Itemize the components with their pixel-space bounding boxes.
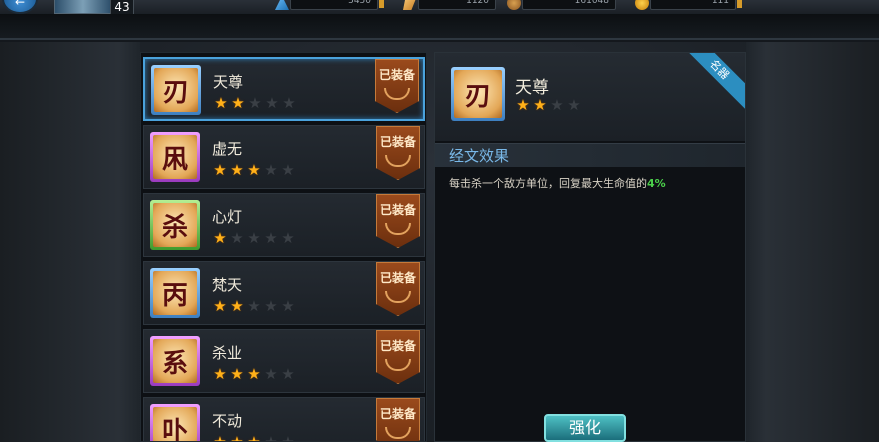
scripture-item[interactable]: 刃 天尊 ★ ★ ★ ★ ★ 已装备 — [143, 57, 425, 121]
scripture-item[interactable]: 杀 心灯 ★ ★ ★ ★ ★ 已装备 — [143, 193, 425, 257]
scripture-item[interactable]: 系 杀业 ★ ★ ★ ★ ★ 已装备 — [143, 329, 425, 393]
right-frame — [746, 42, 879, 442]
player-avatar[interactable] — [54, 0, 112, 14]
star-filled-icon: ★ — [247, 365, 261, 383]
detail-scripture-icon: 刃 — [451, 67, 505, 121]
scripture-name: 心灯 — [212, 208, 243, 226]
top-resource-bar: ← 43 5450 1120 161048 111 — [0, 0, 879, 15]
star-rating: ★ ★ ★ ★ ★ — [212, 366, 296, 382]
star-empty-icon: ★ — [247, 297, 261, 315]
star-empty-icon: ★ — [264, 365, 278, 383]
header-divider — [0, 14, 879, 40]
player-level: 43 — [110, 0, 134, 15]
scripture-item[interactable]: 丙 梵天 ★ ★ ★ ★ ★ 已装备 — [143, 261, 425, 325]
star-empty-icon: ★ — [281, 161, 295, 179]
star-empty-icon: ★ — [282, 94, 296, 112]
star-empty-icon: ★ — [248, 94, 262, 112]
star-empty-icon: ★ — [264, 229, 278, 247]
scripture-item[interactable]: 卟 不动 ★ ★ ★ ★ ★ 已装备 — [143, 397, 425, 442]
equipped-badge: 已装备 — [375, 59, 419, 113]
star-empty-icon: ★ — [264, 433, 278, 442]
add-stamina-button[interactable] — [379, 0, 384, 8]
coin-icon — [507, 0, 521, 10]
scripture-list[interactable]: 刃 天尊 ★ ★ ★ ★ ★ 已装备 凩 虚无 ★ ★ ★ ★ ★ 已装备 杀 心灯 ★ ★ ★ ★ ★… — [140, 52, 427, 442]
vigor-value: 1120 — [466, 0, 489, 6]
detail-star-rating: ★ ★ ★ ★ — [515, 97, 582, 113]
coin-resource: 161048 — [507, 0, 616, 10]
upgrade-button[interactable]: 强化 — [544, 414, 626, 442]
back-button[interactable]: ← — [2, 0, 38, 14]
star-filled-icon: ★ — [533, 96, 547, 114]
star-empty-icon: ★ — [247, 229, 261, 247]
vigor-resource: 1120 — [403, 0, 496, 10]
detail-header: 刃 天尊 ★ ★ ★ ★ 名器 — [435, 53, 745, 141]
star-filled-icon: ★ — [213, 161, 227, 179]
star-empty-icon: ★ — [264, 161, 278, 179]
star-filled-icon: ★ — [516, 96, 530, 114]
star-filled-icon: ★ — [230, 161, 244, 179]
star-empty-icon: ★ — [281, 365, 295, 383]
star-empty-icon: ★ — [264, 297, 278, 315]
scripture-name: 天尊 — [213, 73, 244, 91]
scripture-icon: 凩 — [150, 132, 200, 182]
star-rating: ★ ★ ★ ★ ★ — [212, 298, 296, 314]
gold-value: 111 — [711, 0, 729, 6]
effect-description: 每击杀一个敌方单位，回复最大生命值的4% — [449, 177, 666, 190]
star-filled-icon: ★ — [230, 365, 244, 383]
star-filled-icon: ★ — [230, 433, 244, 442]
star-rating: ★ ★ ★ ★ ★ — [212, 230, 296, 246]
star-empty-icon: ★ — [550, 96, 564, 114]
star-filled-icon: ★ — [213, 433, 227, 442]
coin-value: 161048 — [574, 0, 609, 6]
star-filled-icon: ★ — [230, 297, 244, 315]
scripture-icon: 卟 — [150, 404, 200, 441]
star-empty-icon: ★ — [265, 94, 279, 112]
star-empty-icon: ★ — [567, 96, 581, 114]
star-rating: ★ ★ ★ ★ ★ — [212, 433, 296, 442]
equipped-badge: 已装备 — [376, 398, 420, 441]
star-empty-icon: ★ — [281, 229, 295, 247]
scripture-name: 虚无 — [212, 140, 243, 158]
add-gold-button[interactable] — [737, 0, 742, 8]
effect-section-title: 经文效果 — [435, 143, 745, 167]
effect-value: 4% — [647, 177, 666, 190]
star-filled-icon: ★ — [214, 94, 228, 112]
star-filled-icon: ★ — [247, 433, 261, 442]
detail-scripture-name: 天尊 — [515, 78, 549, 98]
left-frame — [0, 42, 140, 442]
star-filled-icon: ★ — [213, 229, 227, 247]
star-rating: ★ ★ ★ ★ ★ — [213, 95, 297, 111]
equipped-badge: 已装备 — [376, 330, 420, 384]
star-filled-icon: ★ — [213, 297, 227, 315]
star-filled-icon: ★ — [231, 94, 245, 112]
star-filled-icon: ★ — [213, 365, 227, 383]
back-arrow-icon: ← — [14, 0, 26, 9]
scripture-item[interactable]: 凩 虚无 ★ ★ ★ ★ ★ 已装备 — [143, 125, 425, 189]
star-empty-icon: ★ — [281, 433, 295, 442]
equipped-badge: 已装备 — [376, 194, 420, 248]
star-rating: ★ ★ ★ ★ ★ — [212, 162, 296, 178]
stamina-value: 5450 — [348, 0, 371, 6]
scripture-icon: 刃 — [151, 65, 201, 115]
vigor-icon — [403, 0, 417, 10]
scripture-icon: 系 — [150, 336, 200, 386]
gold-resource: 111 — [635, 0, 742, 10]
scripture-icon: 杀 — [150, 200, 200, 250]
corner-tag: 名器 — [677, 53, 745, 112]
equipped-badge: 已装备 — [376, 126, 420, 180]
scripture-name: 梵天 — [212, 276, 243, 294]
stamina-icon — [275, 0, 289, 10]
scripture-name: 不动 — [212, 412, 243, 430]
stamina-resource: 5450 — [275, 0, 384, 10]
equipped-badge: 已装备 — [376, 262, 420, 316]
star-empty-icon: ★ — [230, 229, 244, 247]
scripture-detail-panel: 刃 天尊 ★ ★ ★ ★ 名器 经文效果 每击杀一个敌方单位，回复最大生命值的4% — [434, 52, 746, 442]
star-filled-icon: ★ — [247, 161, 261, 179]
scripture-name: 杀业 — [212, 344, 243, 362]
scripture-icon: 丙 — [150, 268, 200, 318]
gold-icon — [635, 0, 649, 10]
star-empty-icon: ★ — [281, 297, 295, 315]
